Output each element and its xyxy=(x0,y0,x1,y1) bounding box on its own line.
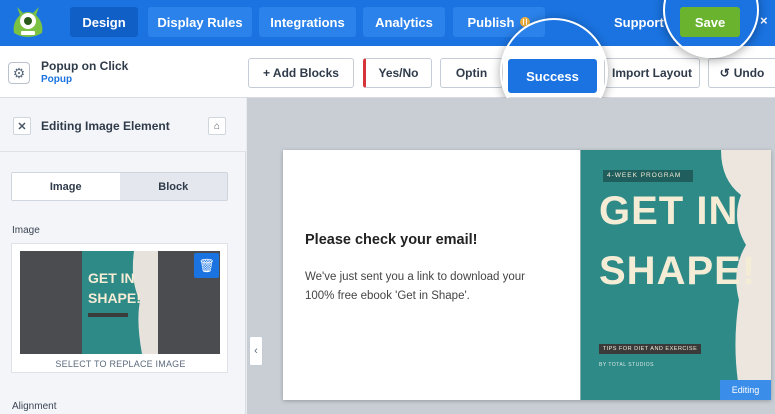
trash-icon: 🗑 xyxy=(198,257,215,273)
sidebar-title: Editing Image Element xyxy=(41,119,170,133)
view-yes-no-label: Yes/No xyxy=(378,66,419,80)
cover-title-line-2: SHAPE! xyxy=(599,249,757,293)
tab-display-rules-label: Display Rules xyxy=(157,14,243,30)
tab-integrations-label: Integrations xyxy=(270,14,345,30)
tab-block[interactable]: Block xyxy=(120,173,228,200)
chevron-left-icon: ‹ xyxy=(254,345,258,357)
image-thumbnail: GET IN SHAPE! xyxy=(20,251,220,354)
undo-button[interactable]: ↺ Undo xyxy=(708,58,775,88)
tab-publish[interactable]: Publish xyxy=(453,7,545,37)
add-blocks-button[interactable]: + Add Blocks xyxy=(248,58,354,88)
undo-icon: ↺ xyxy=(719,66,730,80)
tab-design-label: Design xyxy=(82,14,126,30)
undo-label: Undo xyxy=(733,66,765,80)
cover-title-line-1: GET IN xyxy=(599,189,739,233)
popup-body-text[interactable]: We've just sent you a link to download y… xyxy=(305,268,555,306)
ebook-cover-image[interactable]: 4-WEEK PROGRAM GET IN SHAPE! TIPS FOR DI… xyxy=(580,150,771,400)
image-field-label: Image xyxy=(12,225,40,236)
alignment-field-label: Alignment xyxy=(12,401,57,412)
view-optin-button[interactable]: Optin xyxy=(440,58,503,88)
add-blocks-label: + Add Blocks xyxy=(263,66,339,80)
pause-status-icon xyxy=(520,17,531,27)
sidebar-header: ✕ Editing Image Element ⌂ xyxy=(0,98,246,152)
tab-publish-label: Publish xyxy=(467,14,515,30)
cover-kicker: 4-WEEK PROGRAM xyxy=(607,172,682,179)
top-nav: Design Display Rules Integrations Analyt… xyxy=(0,0,775,46)
view-optin-label: Optin xyxy=(455,66,488,80)
popup-heading[interactable]: Please check your email! xyxy=(305,232,478,248)
tab-analytics[interactable]: Analytics xyxy=(363,7,445,37)
ebook-cover-thumbnail: GET IN SHAPE! xyxy=(82,251,158,354)
save-label: Save xyxy=(694,14,726,30)
tab-design[interactable]: Design xyxy=(70,7,138,37)
image-picker[interactable]: GET IN SHAPE! 🗑 SELECT TO REPLACE IMAGE xyxy=(11,243,228,373)
tab-analytics-label: Analytics xyxy=(375,14,433,30)
close-icon[interactable]: × xyxy=(760,13,768,28)
cover-subtitle: TIPS FOR DIET AND EXERCISE xyxy=(599,344,701,354)
cover-publisher: BY TOTAL STUDIOS xyxy=(599,362,654,368)
svg-text:SHAPE!: SHAPE! xyxy=(88,290,141,306)
import-layout-label: Import Layout xyxy=(612,66,692,80)
support-label: Support xyxy=(614,14,664,30)
home-icon[interactable]: ⌂ xyxy=(208,117,226,135)
svg-text:GET IN: GET IN xyxy=(88,270,135,286)
element-editor-sidebar: ✕ Editing Image Element ⌂ Image Block Im… xyxy=(0,98,246,414)
save-button[interactable]: Save xyxy=(680,7,740,37)
collapse-sidebar-button[interactable]: ‹ xyxy=(249,336,263,366)
close-editor-icon[interactable]: ✕ xyxy=(13,117,31,135)
view-success-label: Success xyxy=(526,68,579,84)
view-yes-no-button[interactable]: Yes/No xyxy=(363,58,432,88)
delete-image-button[interactable]: 🗑 xyxy=(194,253,219,278)
sidebar-tabs: Image Block xyxy=(11,172,228,201)
view-success-button[interactable]: Success xyxy=(508,59,597,93)
editing-badge: Editing xyxy=(720,380,771,400)
campaign-type: Popup xyxy=(41,74,73,85)
optinmonster-logo-icon xyxy=(13,7,43,37)
replace-image-label: SELECT TO REPLACE IMAGE xyxy=(55,359,186,369)
support-link[interactable]: Support xyxy=(614,7,664,37)
campaign-settings-button[interactable]: ⚙ xyxy=(8,62,30,84)
campaign-title: Popup on Click xyxy=(41,59,129,73)
tab-image[interactable]: Image xyxy=(12,173,120,200)
import-layout-button[interactable]: Import Layout xyxy=(604,58,700,88)
tab-integrations[interactable]: Integrations xyxy=(259,7,356,37)
gear-icon: ⚙ xyxy=(12,64,26,81)
tab-display-rules[interactable]: Display Rules xyxy=(148,7,252,37)
success-popup-preview: Please check your email! We've just sent… xyxy=(283,150,771,400)
campaign-toolbar: ⚙ Popup on Click Popup + Add Blocks Yes/… xyxy=(0,46,775,98)
